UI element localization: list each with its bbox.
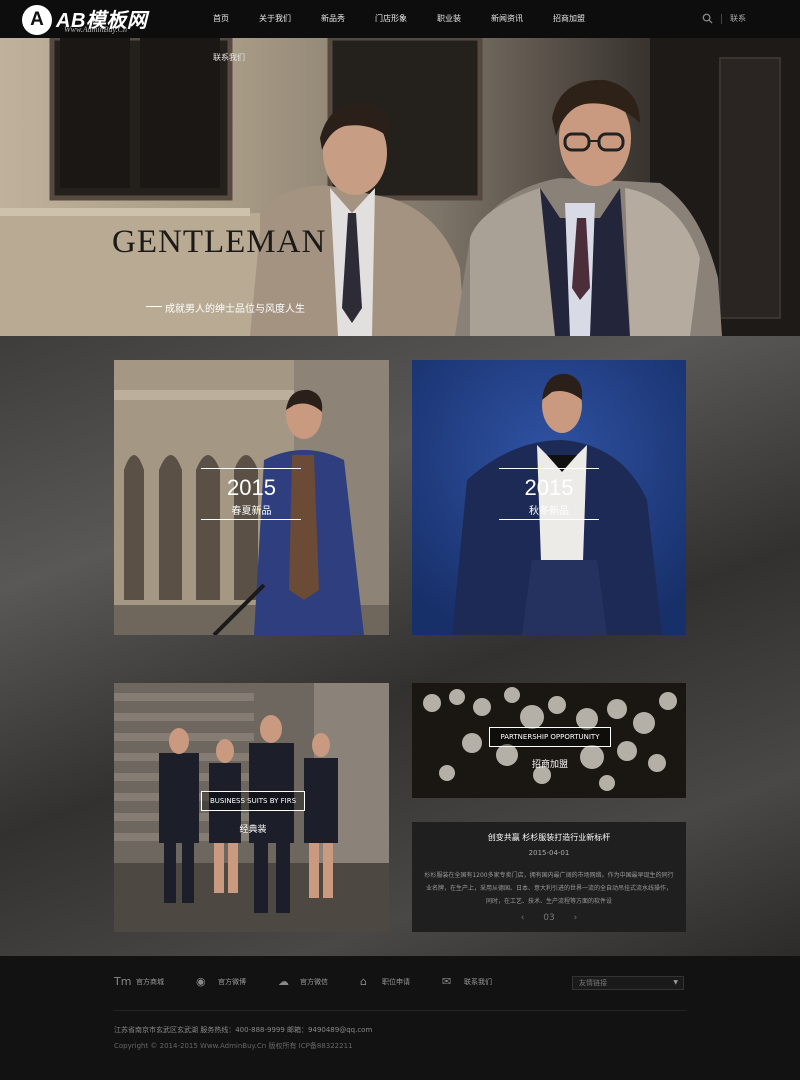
nav-contact[interactable]: 联系我们 <box>213 52 245 63</box>
banner-divider <box>146 306 162 307</box>
news-summary: 杉杉服装在全国有1200多家专卖门店，拥有国内最广阔的市场网络。作为中国最早诞生… <box>424 872 674 905</box>
footer-link-wechat[interactable]: ☁ 官方微信 <box>278 976 328 988</box>
store-icon: ⌂ <box>360 975 367 988</box>
nav-new-products[interactable]: 新品秀 <box>312 0 354 38</box>
footer-divider <box>114 1010 686 1011</box>
nav-stores[interactable]: 门店形象 <box>366 0 416 38</box>
card-en-label: PARTNERSHIP OPPORTUNITY <box>489 727 611 747</box>
card-title: 秋冬新品 <box>529 506 569 517</box>
footer-link-jobs[interactable]: ⌂ 职位申请 <box>360 976 410 988</box>
select-value: 友情链接 <box>579 979 607 987</box>
footer-link-weibo[interactable]: ◉ 官方微博 <box>196 976 246 988</box>
partnership-card[interactable]: PARTNERSHIP OPPORTUNITY 招商加盟 <box>412 683 686 798</box>
business-suits-card[interactable]: BUSINESS SUITS BY FIRS 经典装 <box>114 683 389 932</box>
nav-workwear[interactable]: 职业装 <box>428 0 470 38</box>
hero-banner: GENTLEMAN 成就男人的绅士品位与风度人生 <box>0 38 800 336</box>
banner-title: GENTLEMAN <box>112 224 327 260</box>
main-nav: 首页 关于我们 新品秀 门店形象 职业装 新闻资讯 招商加盟 <box>204 0 606 38</box>
footer-link-label: 官方微博 <box>218 978 246 986</box>
footer-link-label: 职位申请 <box>382 978 410 986</box>
footer-link-mall[interactable]: Tm 官方商城 <box>114 976 164 988</box>
search-icon[interactable] <box>702 13 713 24</box>
prev-arrow-icon[interactable]: ‹ <box>521 913 525 923</box>
news-date: 2015-04-01 <box>528 849 570 857</box>
site-footer: Tm 官方商城 ◉ 官方微博 ☁ 官方微信 ⌂ 职位申请 ✉ 联系我们 友情链接… <box>0 956 800 1080</box>
news-title[interactable]: 创变共赢 杉杉服装打造行业新标杆 <box>412 832 686 843</box>
top-header: A AB模板网 Www.AdminBuy.Cn 首页 关于我们 新品秀 门店形象… <box>0 0 800 38</box>
banner-photo <box>0 38 800 336</box>
header-contact-link[interactable]: 联系 <box>730 13 746 24</box>
friend-links-select[interactable]: 友情链接 ▼ <box>572 976 684 990</box>
tmall-icon: Tm <box>114 975 132 988</box>
chevron-down-icon: ▼ <box>673 979 678 986</box>
nav-about[interactable]: 关于我们 <box>250 0 300 38</box>
footer-link-label: 官方微信 <box>300 978 328 986</box>
logo-badge: A <box>22 5 52 35</box>
header-divider <box>721 14 722 24</box>
logo-subtitle: Www.AdminBuy.Cn <box>64 25 127 34</box>
footer-link-contact[interactable]: ✉ 联系我们 <box>442 976 492 988</box>
wechat-icon: ☁ <box>278 975 289 988</box>
nav-franchise[interactable]: 招商加盟 <box>544 0 594 38</box>
news-pager: ‹ 03 › <box>412 913 686 923</box>
footer-contact-info: 江苏省南京市玄武区玄武湖 服务热线：400-888-9999 邮箱：949048… <box>114 1026 373 1034</box>
news-box: 创变共赢 杉杉服装打造行业新标杆 2015-04-01 杉杉服装在全国有1200… <box>412 822 686 932</box>
card-year: 2015 <box>227 475 276 500</box>
footer-link-label: 官方商城 <box>136 978 164 986</box>
site-logo[interactable]: A AB模板网 Www.AdminBuy.Cn <box>22 3 162 37</box>
autumn-winter-card[interactable]: 2015 秋冬新品 <box>412 360 686 635</box>
card-year: 2015 <box>524 475 574 500</box>
next-arrow-icon[interactable]: › <box>574 913 578 923</box>
card-title: 春夏新品 <box>231 506 272 517</box>
footer-links: Tm 官方商城 ◉ 官方微博 ☁ 官方微信 ⌂ 职位申请 ✉ 联系我们 <box>114 976 524 988</box>
footer-copyright: Copyright © 2014-2015 Www.AdminBuy.Cn 版权… <box>114 1042 353 1050</box>
news-page-number: 03 <box>543 913 555 923</box>
contact-icon: ✉ <box>442 975 452 988</box>
card-title: 招商加盟 <box>531 760 568 770</box>
weibo-icon: ◉ <box>196 975 206 988</box>
footer-link-label: 联系我们 <box>464 978 492 986</box>
card-title: 经典装 <box>239 825 267 835</box>
card-en-label: BUSINESS SUITS BY FIRS <box>201 791 305 811</box>
nav-home[interactable]: 首页 <box>204 0 238 38</box>
spring-summer-card[interactable]: 2015 春夏新品 <box>114 360 389 635</box>
nav-news[interactable]: 新闻资讯 <box>482 0 532 38</box>
banner-subtitle: 成就男人的绅士品位与风度人生 <box>165 304 305 315</box>
